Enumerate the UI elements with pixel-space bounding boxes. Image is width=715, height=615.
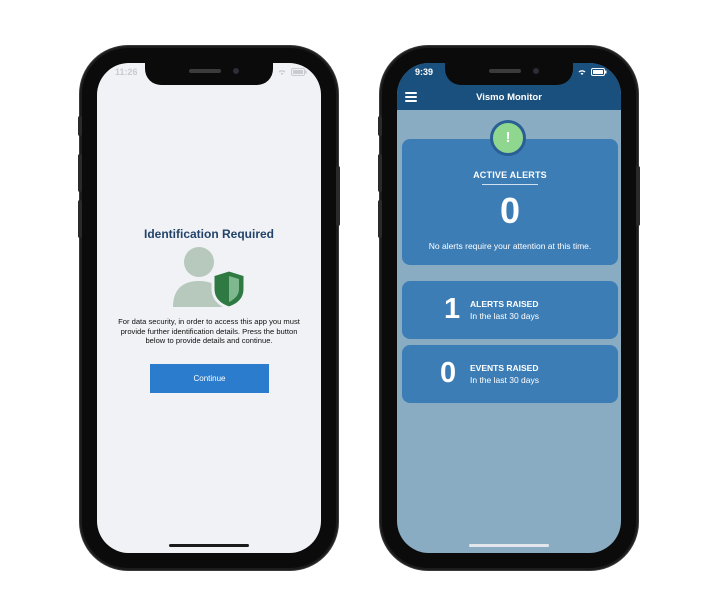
app-title: Vismo Monitor xyxy=(476,92,542,103)
events-raised-title: EVENTS RAISED xyxy=(470,363,539,373)
dashboard-screen: 9:39 Vismo Monitor ! ACTIVE ALERTS 0 No … xyxy=(397,63,621,553)
events-raised-subtitle: In the last 30 days xyxy=(470,375,539,385)
identification-description: For data security, in order to access th… xyxy=(118,317,300,346)
phone-frame-left: 11:26 Identification Required For data s… xyxy=(78,48,340,568)
status-icons xyxy=(277,68,307,76)
battery-icon xyxy=(291,68,307,76)
events-raised-card[interactable]: 0 EVENTS RAISED In the last 30 days xyxy=(402,345,618,403)
status-icons xyxy=(577,68,607,76)
home-indicator xyxy=(469,544,549,547)
volume-down-button xyxy=(378,200,382,238)
notch xyxy=(445,63,573,85)
volume-up-button xyxy=(78,154,82,192)
alerts-raised-count: 1 xyxy=(444,293,461,325)
home-indicator xyxy=(169,544,249,547)
alert-status-icon: ! xyxy=(490,120,526,156)
wifi-icon xyxy=(278,70,286,75)
active-alerts-message: No alerts require your attention at this… xyxy=(428,241,592,251)
speaker xyxy=(189,69,221,73)
camera xyxy=(533,68,539,74)
mute-switch xyxy=(378,116,382,136)
title-underline xyxy=(482,184,538,185)
alerts-raised-card[interactable]: 1 ALERTS RAISED In the last 30 days xyxy=(402,281,618,339)
power-button xyxy=(336,166,340,226)
status-time: 9:39 xyxy=(415,67,434,77)
continue-button[interactable]: Continue xyxy=(150,364,269,393)
active-alerts-title: ACTIVE ALERTS xyxy=(473,170,547,180)
status-time: 11:26 xyxy=(115,67,138,77)
speaker xyxy=(489,69,521,73)
active-alerts-count: 0 xyxy=(499,190,521,231)
volume-down-button xyxy=(78,200,82,238)
user-shield-icon xyxy=(173,247,247,310)
identification-screen: 11:26 Identification Required For data s… xyxy=(97,63,321,553)
alerts-raised-subtitle: In the last 30 days xyxy=(470,311,539,321)
camera xyxy=(233,68,239,74)
wifi-icon xyxy=(578,70,586,75)
mute-switch xyxy=(78,116,82,136)
volume-up-button xyxy=(378,154,382,192)
page-title: Identification Required xyxy=(143,227,274,241)
power-button xyxy=(636,166,640,226)
phone-frame-right: 9:39 Vismo Monitor ! ACTIVE ALERTS 0 No … xyxy=(378,48,640,568)
notch xyxy=(145,63,273,85)
battery-icon xyxy=(591,68,607,76)
active-alerts-card[interactable]: ACTIVE ALERTS 0 No alerts require your a… xyxy=(402,139,618,265)
events-raised-count: 0 xyxy=(440,357,457,389)
alerts-raised-title: ALERTS RAISED xyxy=(470,299,539,309)
